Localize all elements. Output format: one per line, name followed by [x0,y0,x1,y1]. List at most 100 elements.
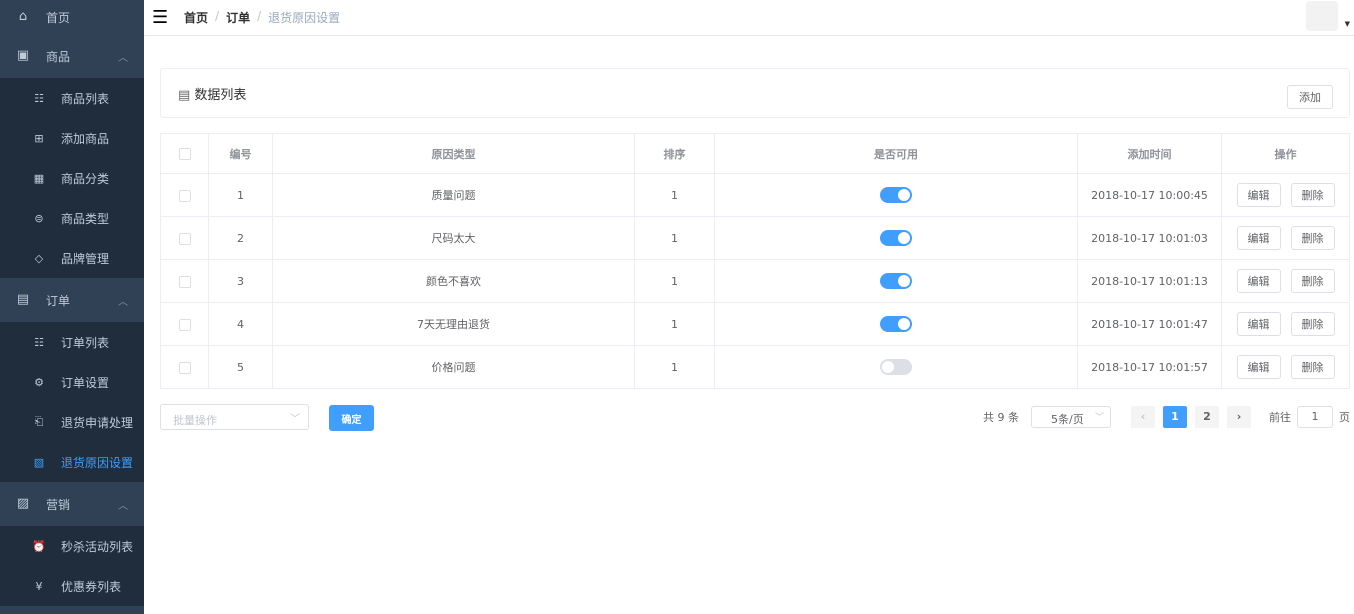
caret-down-icon[interactable]: ▼ [1345,20,1350,28]
add-button[interactable]: 添加 [1287,85,1333,109]
row-checkbox[interactable] [178,232,191,245]
cell-id: 2 [208,216,273,260]
sidebar-item-order-settings[interactable]: ⚙ 订单设置 [0,362,144,402]
cell-time: 2018-10-17 10:00:45 [1077,173,1222,217]
edit-button[interactable]: 编辑 [1236,312,1281,336]
list-icon: ☷ [34,91,44,105]
delete-button[interactable]: 删除 [1290,269,1335,293]
cell-type: 尺码太大 [272,216,635,260]
cell-id: 5 [208,345,273,389]
edit-button[interactable]: 编辑 [1236,269,1281,293]
data-table: 编号 原因类型 排序 是否可用 添加时间 操作 1 质量问题 1 2018-10… [160,133,1350,389]
delete-button[interactable]: 删除 [1290,312,1335,336]
cell-sort: 1 [634,302,715,346]
next-page-button[interactable]: › [1227,406,1251,428]
sidebar-menu-marketing[interactable]: ▨ 营销 ︿ [0,482,144,526]
chevron-down-icon: ﹀ [290,414,300,425]
enabled-switch[interactable] [880,359,912,375]
cell-time: 2018-10-17 10:01:03 [1077,216,1222,260]
sidebar-item-order-list[interactable]: ☷ 订单列表 [0,322,144,362]
table-row: 2 尺码太大 1 2018-10-17 10:01:03 编辑 删除 [160,216,1350,260]
sidebar-menu-order[interactable]: ▤ 订单 ︿ [0,278,144,322]
edit-button[interactable]: 编辑 [1236,226,1281,250]
label: 退货原因设置 [61,455,134,470]
goto-label: 前往 [1269,411,1291,424]
cell-type: 颜色不喜欢 [272,259,635,303]
row-checkbox[interactable] [178,275,191,288]
cell-sort: 1 [634,216,715,260]
enabled-switch[interactable] [880,187,912,203]
cell-actions: 编辑 删除 [1221,216,1350,260]
edit-button[interactable]: 编辑 [1236,183,1281,207]
pagination: 共 9 条 5条/页 ﹀ ‹ 1 2 › 前往 1 页 [983,404,1350,430]
row-checkbox[interactable] [178,318,191,331]
delete-button[interactable]: 删除 [1290,183,1335,207]
table-row: 4 7天无理由退货 1 2018-10-17 10:01:47 编辑 删除 [160,302,1350,346]
header-time: 添加时间 [1077,133,1222,174]
sidebar-item-goods-category[interactable]: ▦ 商品分类 [0,158,144,198]
grid-icon: ▦ [33,171,45,185]
enabled-switch[interactable] [880,316,912,332]
sidebar-item-flash-sale[interactable]: ⏰ 秒杀活动列表 [0,526,144,566]
batch-select[interactable]: 批量操作 ﹀ [160,404,309,430]
label: 商品类型 [61,211,110,226]
enabled-switch[interactable] [880,273,912,289]
sidebar-item-home[interactable]: ⌂ 首页 [0,0,144,34]
hamburger-icon[interactable]: ☰ [152,8,168,26]
card-title: 数据列表 [194,88,247,103]
page-2[interactable]: 2 [1195,406,1219,428]
confirm-button[interactable]: 确定 [329,405,374,431]
sidebar-item-add-goods[interactable]: ⊞ 添加商品 [0,118,144,158]
row-checkbox[interactable] [178,189,191,202]
tag-icon: ◇ [34,251,44,265]
label: 秒杀活动列表 [61,539,134,554]
label: 商品列表 [61,91,110,106]
enabled-switch[interactable] [880,230,912,246]
label: 优惠券列表 [61,579,122,594]
select-all-checkbox[interactable] [178,148,191,160]
home-icon: ⌂ [18,9,28,24]
sidebar-item-goods-type[interactable]: ⊜ 商品类型 [0,198,144,238]
row-checkbox[interactable] [178,361,191,374]
avatar[interactable] [1306,1,1338,31]
label: 商品 [46,49,71,64]
sidebar-item-coupons[interactable]: ¥ 优惠券列表 [0,566,144,606]
goto-input[interactable]: 1 [1297,406,1333,428]
table-row: 3 颜色不喜欢 1 2018-10-17 10:01:13 编辑 删除 [160,259,1350,303]
cell-id: 1 [208,173,273,217]
chevron-up-icon: ︿ [118,500,128,512]
list-icon: ☷ [34,335,44,349]
cell-select [160,302,209,346]
page-1[interactable]: 1 [1163,406,1187,428]
separator: / [257,9,262,23]
gear-icon: ⚙ [34,375,44,389]
cell-select [160,345,209,389]
edit-button[interactable]: 编辑 [1236,355,1281,379]
cell-actions: 编辑 删除 [1221,302,1350,346]
table-row: 5 价格问题 1 2018-10-17 10:01:57 编辑 删除 [160,345,1350,389]
label: 首页 [46,10,71,25]
delete-button[interactable]: 删除 [1290,226,1335,250]
cell-enabled [714,302,1078,346]
page-size-value: 5条/页 [1051,413,1084,426]
sidebar-item-goods-list[interactable]: ☷ 商品列表 [0,78,144,118]
circle-list-icon: ⊜ [34,211,44,225]
total-count: 共 9 条 [983,411,1019,424]
sidebar-item-brand[interactable]: ◇ 品牌管理 [0,238,144,278]
breadcrumb-order[interactable]: 订单 [226,9,250,26]
header-id: 编号 [208,133,273,174]
breadcrumb-home[interactable]: 首页 [184,9,208,26]
label: 订单设置 [61,375,110,390]
page-size-select[interactable]: 5条/页 ﹀ [1031,406,1111,428]
cell-sort: 1 [634,173,715,217]
prev-page-button[interactable]: ‹ [1131,406,1155,428]
sidebar-item-return-reason[interactable]: ▧ 退货原因设置 [0,442,144,482]
table-footer: 批量操作 ﹀ 确定 共 9 条 5条/页 ﹀ ‹ 1 2 › 前往 1 页 [160,404,1350,432]
sidebar-item-return-apply[interactable]: ⎗ 退货申请处理 [0,402,144,442]
sidebar-menu-goods[interactable]: ▣ 商品 ︿ [0,34,144,78]
data-list-card: ▤ 数据列表 添加 [160,68,1350,118]
cell-actions: 编辑 删除 [1221,259,1350,303]
cell-select [160,259,209,303]
cell-actions: 编辑 删除 [1221,345,1350,389]
delete-button[interactable]: 删除 [1290,355,1335,379]
